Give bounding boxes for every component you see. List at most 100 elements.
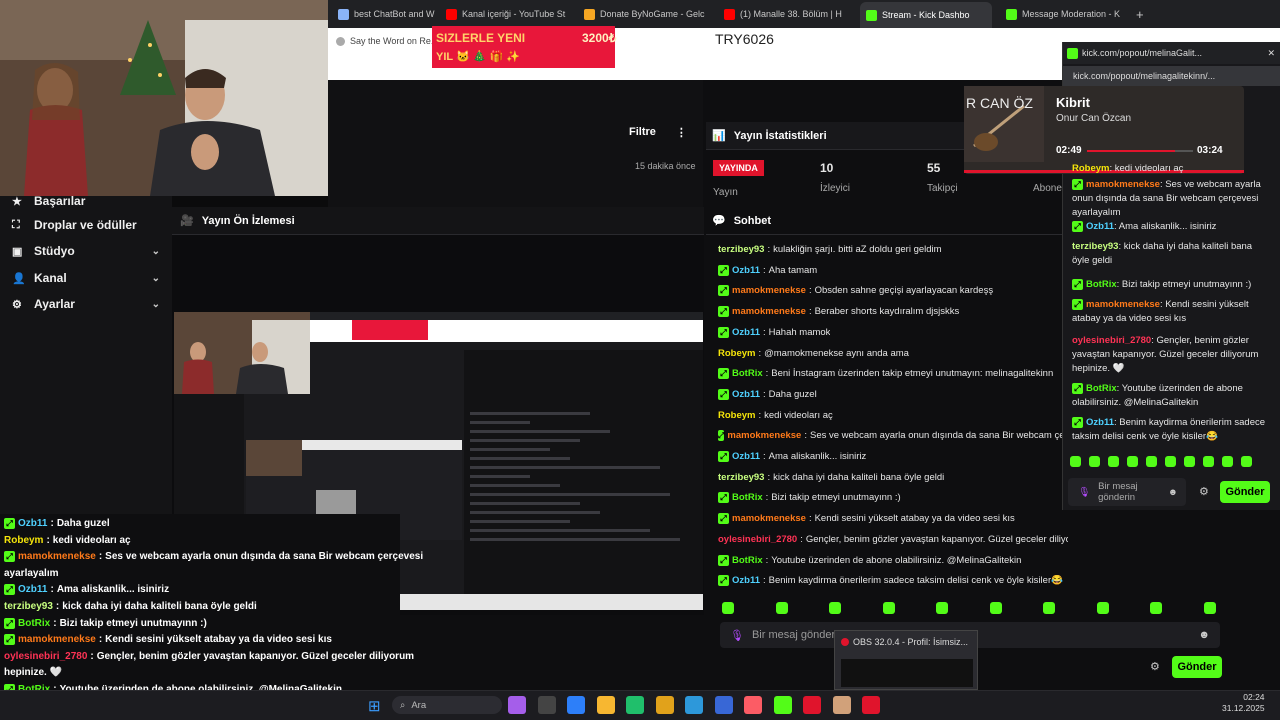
youtube-icon[interactable] (803, 696, 821, 714)
chat-username[interactable]: Ozb11 (1086, 417, 1114, 428)
chat-username[interactable]: Robeym (718, 348, 755, 359)
photos-icon[interactable] (596, 696, 615, 714)
new-tab-icon[interactable]: + (1136, 4, 1150, 24)
browser-tab[interactable]: Stream - Kick Dashbo (860, 2, 992, 28)
emote-icon[interactable] (936, 602, 948, 614)
more-options-icon[interactable]: ⋮ (676, 126, 687, 139)
files-icon[interactable] (832, 696, 851, 714)
emoji-icon[interactable]: ☻ (1198, 629, 1210, 641)
explorer-icon[interactable] (655, 696, 674, 714)
mic-icon[interactable]: 🎙 (730, 629, 744, 642)
chat-username[interactable]: Ozb11 (732, 575, 760, 586)
emote-icon[interactable] (1203, 456, 1214, 467)
chat-username[interactable]: mamokmenekse (732, 513, 806, 524)
sidebar-item-2[interactable]: ▣ Stüdyo ⌄ (12, 244, 160, 258)
taskbar-search[interactable]: ⌕ Ara (392, 696, 502, 714)
task-view-icon[interactable] (537, 696, 556, 714)
chat-username[interactable]: terzibey93 (718, 244, 764, 255)
chat-username[interactable]: terzibey93 (1072, 241, 1118, 252)
chevron-down-icon[interactable]: ⌄ (152, 273, 160, 284)
chat-username[interactable]: oylesinebiri_2780 (1072, 335, 1151, 346)
edge-icon[interactable] (626, 696, 644, 714)
emote-icon[interactable] (722, 602, 734, 614)
emote-icon[interactable] (1089, 456, 1100, 467)
emote-icon[interactable] (1070, 456, 1081, 467)
browser-tab[interactable]: Message Moderation - K (1006, 4, 1126, 24)
dashboard-top-left (328, 80, 703, 208)
chat-username[interactable]: Robeym (1072, 163, 1109, 174)
browser-tab[interactable]: Kanal içeriği - YouTube St (446, 4, 576, 24)
emote-icon[interactable] (1222, 456, 1233, 467)
chat-username[interactable]: Ozb11 (1086, 221, 1114, 232)
chat-username[interactable]: mamokmenekse (1086, 179, 1160, 190)
chat-username[interactable]: BotRix (732, 555, 763, 566)
widgets-icon[interactable] (508, 696, 526, 714)
emote-icon[interactable] (829, 602, 841, 614)
windows-start-icon[interactable]: ⊞ (368, 697, 381, 715)
chat-username[interactable]: BotRix (732, 492, 763, 503)
chat-username[interactable]: Ozb11 (732, 451, 760, 462)
sidebar-item-3[interactable]: 👤 Kanal ⌄ (12, 271, 160, 285)
popup-mic-icon[interactable]: 🎙 (1078, 487, 1090, 498)
chevron-down-icon[interactable]: ⌄ (152, 246, 160, 257)
chat-username[interactable]: Ozb11 (18, 584, 47, 595)
emote-icon[interactable] (1043, 602, 1055, 614)
emote-icon[interactable] (1108, 456, 1119, 467)
store-icon[interactable] (567, 696, 585, 714)
chevron-down-icon[interactable]: ⌄ (152, 299, 160, 310)
filter-button[interactable]: Filtre (629, 126, 656, 139)
chat-username[interactable]: oylesinebiri_2780 (718, 534, 797, 545)
sidebar-item-4[interactable]: ⚙ Ayarlar ⌄ (12, 297, 160, 311)
browser-tab[interactable]: Donate ByNoGame - Gelc (584, 4, 716, 24)
obs-taskbar-preview[interactable]: OBS 32.0.4 - Profil: İsimsiz... (834, 630, 978, 690)
chat-username[interactable]: oylesinebiri_2780 (4, 651, 87, 662)
kick-app-icon[interactable] (773, 696, 792, 714)
chat-username[interactable]: BotRix (1086, 279, 1117, 290)
chat-username[interactable]: mamokmenekse (18, 634, 96, 645)
emote-icon[interactable] (1184, 456, 1195, 467)
chat-send-button[interactable]: Gönder (1172, 656, 1222, 678)
chat-username[interactable]: BotRix (1086, 383, 1117, 394)
emote-icon[interactable] (1150, 602, 1162, 614)
sidebar-item-1[interactable]: ⛶ Droplar ve ödüller (12, 218, 160, 232)
emote-icon[interactable] (882, 602, 895, 614)
chat-username[interactable]: mamokmenekse (732, 285, 806, 296)
settings-app-icon[interactable] (714, 696, 733, 714)
chat-username[interactable]: mamokmenekse (1086, 299, 1160, 310)
emote-icon[interactable] (1127, 456, 1138, 467)
emote-icon[interactable] (1241, 456, 1252, 467)
chat-username[interactable]: BotRix (18, 618, 50, 629)
chat-username[interactable]: Ozb11 (18, 518, 47, 529)
popup-url-bar[interactable]: kick.com/popout/melinagalitekinn/... (1063, 66, 1280, 86)
chrome-icon[interactable] (744, 696, 762, 714)
chat-username[interactable]: terzibey93 (718, 472, 764, 483)
vscode-icon[interactable] (685, 696, 703, 714)
chat-username[interactable]: Ozb11 (732, 389, 760, 400)
emote-icon[interactable] (1203, 602, 1216, 614)
chat-username[interactable]: Ozb11 (732, 265, 760, 276)
chat-settings-icon[interactable]: ⚙ (1150, 660, 1160, 673)
chat-username[interactable]: mamokmenekse (727, 430, 801, 441)
chat-username[interactable]: Robeym (4, 535, 43, 546)
popup-send-button[interactable]: Gönder (1220, 481, 1270, 503)
emote-icon[interactable] (1096, 602, 1109, 614)
browser-tab[interactable]: (1) Manalle 38. Bölüm | H (724, 4, 850, 24)
emote-icon[interactable] (989, 602, 1002, 614)
popup-chat-input[interactable]: 🎙 Bir mesaj gönderin ☻ (1068, 478, 1186, 506)
bookmark-item[interactable]: Say the Word on Re... (336, 36, 438, 46)
popup-emoji-icon[interactable]: ☻ (1168, 487, 1186, 498)
chat-username[interactable]: mamokmenekse (18, 551, 96, 562)
browser-tab[interactable]: best ChatBot and W (338, 4, 438, 24)
emote-icon[interactable] (1165, 456, 1176, 467)
chat-username[interactable]: mamokmenekse (732, 306, 806, 317)
chat-username[interactable]: terzibey93 (4, 601, 53, 612)
emote-icon[interactable] (775, 602, 788, 614)
close-icon[interactable]: ✕ (1267, 48, 1280, 59)
chat-username[interactable]: Robeym (718, 410, 755, 421)
sidebar-item-0[interactable]: ★ Başarılar (12, 194, 160, 208)
emote-icon[interactable] (1146, 456, 1157, 467)
obs-icon[interactable] (862, 696, 880, 714)
popup-settings-icon[interactable]: ⚙ (1199, 485, 1209, 498)
chat-username[interactable]: Ozb11 (732, 327, 760, 338)
chat-username[interactable]: BotRix (732, 368, 763, 379)
